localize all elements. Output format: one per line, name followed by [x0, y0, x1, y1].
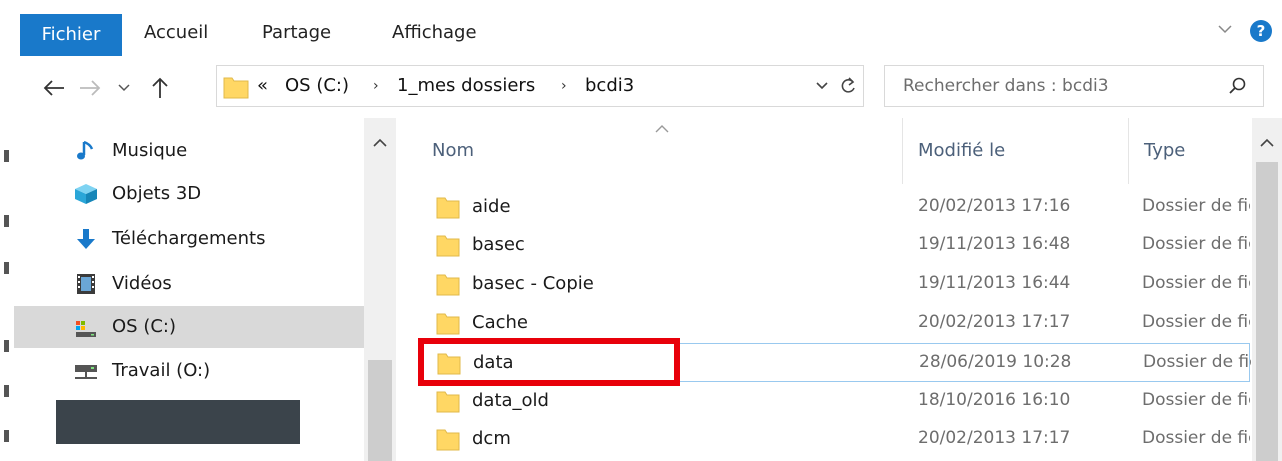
- sidebar-item-label: OS (C:): [112, 316, 176, 337]
- sort-ascending-icon: [655, 125, 669, 133]
- file-modified: 20/02/2013 17:16: [918, 196, 1071, 216]
- breadcrumb-bcdi3[interactable]: bcdi3: [585, 66, 634, 106]
- sidebar-item-label: Travail (O:): [112, 360, 211, 381]
- column-header-modified[interactable]: Modifié le: [918, 118, 1005, 184]
- search-icon[interactable]: [1229, 77, 1247, 95]
- download-icon: [77, 229, 95, 249]
- file-modified: 28/06/2019 10:28: [919, 352, 1072, 372]
- file-name: Cache: [472, 312, 528, 333]
- file-name: dcm: [472, 428, 511, 449]
- sidebar-item-label: Objets 3D: [112, 183, 202, 204]
- sidebar-item-objects-3d[interactable]: Objets 3D: [14, 173, 364, 215]
- file-modified: 18/10/2016 16:10: [918, 390, 1071, 410]
- address-dropdown-icon[interactable]: [815, 76, 829, 96]
- file-row[interactable]: basec - Copie 19/11/2013 16:44 Dossier d…: [420, 265, 1250, 304]
- back-button[interactable]: [40, 74, 68, 102]
- file-row[interactable]: aide 20/02/2013 17:16 Dossier de fichier…: [420, 188, 1250, 227]
- file-modified: 20/02/2013 17:17: [918, 312, 1071, 332]
- tab-share[interactable]: Partage: [256, 10, 337, 56]
- breadcrumb-separator[interactable]: ›: [561, 66, 567, 106]
- redacted-item: [56, 400, 300, 444]
- file-list: Nom Modifié le Type aide 20/02/2013 17:1…: [396, 118, 1282, 461]
- search-input[interactable]: [885, 66, 1215, 106]
- column-separator[interactable]: [902, 118, 903, 184]
- sidebar-item-videos[interactable]: Vidéos: [14, 263, 364, 305]
- column-separator[interactable]: [1128, 118, 1129, 184]
- network-drive-icon: [75, 365, 97, 379]
- folder-icon: [436, 274, 460, 296]
- file-name: basec - Copie: [472, 273, 594, 294]
- folder-icon: [436, 235, 460, 257]
- tab-home[interactable]: Accueil: [138, 10, 214, 56]
- column-header-name[interactable]: Nom: [432, 118, 474, 184]
- file-type: Dossier de fichiers: [1142, 312, 1250, 332]
- tab-view[interactable]: Affichage: [386, 10, 483, 56]
- help-icon[interactable]: ?: [1250, 20, 1272, 42]
- file-modified: 20/02/2013 17:17: [918, 428, 1071, 448]
- music-icon: [77, 140, 94, 160]
- scroll-up-icon[interactable]: [372, 138, 388, 148]
- up-button[interactable]: [146, 74, 174, 102]
- arrow-left-icon: [43, 80, 64, 96]
- drive-icon: [76, 321, 96, 337]
- folder-icon: [436, 197, 460, 219]
- sidebar-item-music[interactable]: Musique: [14, 130, 364, 172]
- navigation-pane: Musique Objets 3D Téléchargements Vidéos: [14, 118, 396, 461]
- file-modified: 19/11/2013 16:48: [918, 234, 1071, 254]
- sidebar-item-os-c[interactable]: OS (C:): [14, 306, 364, 348]
- sidebar-item-label: Téléchargements: [112, 228, 266, 249]
- column-header-type[interactable]: Type: [1144, 118, 1185, 184]
- folder-icon: [436, 313, 460, 335]
- file-row[interactable]: basec 19/11/2013 16:48 Dossier de fichie…: [420, 226, 1250, 265]
- scrollbar-thumb[interactable]: [368, 360, 392, 461]
- video-icon: [77, 274, 95, 294]
- file-type: Dossier de fichiers: [1142, 196, 1250, 216]
- file-list-scrollbar[interactable]: [1252, 118, 1282, 461]
- file-type: Dossier de fichiers: [1142, 273, 1250, 293]
- arrow-right-icon: [80, 80, 101, 96]
- folder-icon: [436, 429, 460, 451]
- file-name: basec: [472, 234, 525, 255]
- search-box[interactable]: [884, 65, 1264, 107]
- tab-file[interactable]: Fichier: [20, 14, 122, 56]
- sidebar-item-downloads[interactable]: Téléchargements: [14, 218, 364, 260]
- address-bar[interactable]: « OS (C:) › 1_mes dossiers › bcdi3: [216, 65, 864, 107]
- breadcrumb-separator[interactable]: ›: [373, 66, 379, 106]
- ribbon: Fichier Accueil Partage Affichage ?: [0, 0, 1282, 56]
- chevron-down-icon: [118, 84, 130, 92]
- file-type: Dossier de fichiers: [1142, 390, 1250, 410]
- breadcrumb-overflow[interactable]: «: [257, 66, 268, 106]
- file-type: Dossier de fichiers: [1142, 428, 1250, 448]
- file-row[interactable]: data_old 18/10/2016 16:10 Dossier de fic…: [420, 382, 1250, 421]
- sidebar-item-label: Musique: [112, 140, 188, 161]
- folder-icon: [223, 77, 249, 99]
- file-type: Dossier de fichiers: [1142, 234, 1250, 254]
- scrollbar-thumb[interactable]: [1256, 162, 1278, 461]
- breadcrumb-mes-dossiers[interactable]: 1_mes dossiers: [397, 66, 535, 106]
- folder-icon: [436, 391, 460, 413]
- recent-locations-button[interactable]: [110, 74, 138, 102]
- arrow-up-icon: [152, 77, 168, 98]
- nav-scrollbar[interactable]: [364, 118, 396, 461]
- expand-ribbon-icon[interactable]: [1218, 22, 1232, 36]
- address-row: « OS (C:) › 1_mes dossiers › bcdi3: [0, 56, 1282, 118]
- file-row[interactable]: dcm 20/02/2013 17:17 Dossier de fichiers: [420, 420, 1250, 459]
- highlight-annotation: [418, 338, 680, 386]
- file-name: aide: [472, 196, 511, 217]
- refresh-icon[interactable]: [839, 74, 857, 98]
- breadcrumb-os-c[interactable]: OS (C:): [285, 66, 349, 106]
- forward-button[interactable]: [76, 74, 104, 102]
- scroll-up-icon[interactable]: [1259, 138, 1275, 148]
- sidebar-item-label: Vidéos: [112, 273, 172, 294]
- file-type: Dossier de fichiers: [1143, 352, 1251, 372]
- objects-3d-icon: [75, 184, 97, 204]
- file-name: data_old: [472, 390, 549, 411]
- sidebar-item-travail[interactable]: Travail (O:): [14, 350, 364, 392]
- file-modified: 19/11/2013 16:44: [918, 273, 1071, 293]
